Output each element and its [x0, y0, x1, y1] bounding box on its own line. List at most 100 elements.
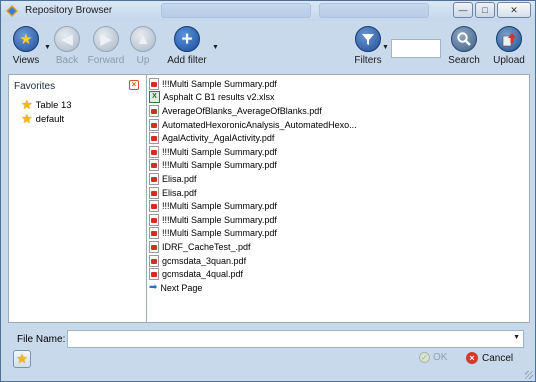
- pdf-file-icon: [149, 77, 159, 90]
- upload-button[interactable]: Upload: [491, 23, 527, 69]
- file-row[interactable]: !!!Multi Sample Summary.pdf: [149, 213, 277, 227]
- maximize-button[interactable]: □: [475, 2, 495, 18]
- forward-arrow-icon: ▶: [93, 26, 119, 52]
- up-button[interactable]: ▲ Up: [129, 23, 157, 69]
- back-button[interactable]: ◀ Back: [52, 23, 82, 69]
- file-row[interactable]: AgalActivity_AgalActivity.pdf: [149, 131, 274, 145]
- file-row[interactable]: !!!Multi Sample Summary.pdf: [149, 77, 277, 91]
- file-row[interactable]: AverageOfBlanks_AverageOfBlanks.pdf: [149, 104, 322, 118]
- filters-label: Filters: [354, 55, 382, 66]
- add-filter-plus-icon: +: [174, 26, 200, 52]
- checkmark-icon: ✓: [419, 352, 430, 363]
- pdf-file-icon: [149, 172, 159, 185]
- add-filter-button[interactable]: + Add filter: [165, 23, 209, 69]
- search-label: Search: [448, 55, 480, 66]
- close-icon: ✕: [510, 4, 518, 15]
- pdf-file-icon: [149, 145, 159, 158]
- file-name: Next Page: [160, 282, 203, 293]
- file-name: !!!Multi Sample Summary.pdf: [162, 146, 277, 157]
- repository-browser-window: Repository Browser — □ ✕ ★ Views ▼ ◀ Bac…: [0, 0, 536, 382]
- file-name-input[interactable]: ▼: [67, 330, 524, 348]
- title-bar[interactable]: Repository Browser — □ ✕: [1, 1, 535, 21]
- add-filter-dropdown-arrow-icon[interactable]: ▼: [212, 44, 219, 51]
- back-arrow-icon: ◀: [54, 26, 80, 52]
- favorite-item[interactable]: ★ Table 13: [21, 98, 72, 112]
- maximize-icon: □: [482, 5, 488, 15]
- file-name: !!!Multi Sample Summary.pdf: [162, 78, 277, 89]
- favorite-item[interactable]: ★ default: [21, 112, 64, 126]
- pdf-file-icon: [149, 118, 159, 131]
- next-arrow-icon: ➡: [149, 282, 158, 294]
- add-favorite-button[interactable]: ★: [13, 350, 31, 368]
- filter-input[interactable]: [391, 39, 441, 58]
- file-name: Elisa.pdf: [162, 173, 197, 184]
- toolbar: ★ Views ▼ ◀ Back ▶ Forward ▲ Up + Add fi…: [7, 23, 531, 69]
- minimize-button[interactable]: —: [453, 2, 473, 18]
- pdf-file-icon: [149, 227, 159, 240]
- views-icon: ★: [13, 26, 39, 52]
- file-name: AgalActivity_AgalActivity.pdf: [162, 133, 275, 144]
- file-row[interactable]: X Asphalt C B1 results v2.xlsx: [149, 91, 275, 105]
- file-row[interactable]: gcmsdata_3quan.pdf: [149, 254, 246, 268]
- upload-label: Upload: [493, 55, 525, 66]
- cancel-button[interactable]: × Cancel: [466, 352, 513, 364]
- file-row[interactable]: !!!Multi Sample Summary.pdf: [149, 159, 277, 173]
- views-label: Views: [12, 55, 40, 66]
- file-list-pane: !!!Multi Sample Summary.pdf X Asphalt C B1…: [147, 74, 530, 323]
- file-row[interactable]: IDRF_CacheTest_.pdf: [149, 240, 251, 254]
- window-title: Repository Browser: [25, 5, 113, 16]
- blurred-title-region: [161, 3, 311, 18]
- up-label: Up: [136, 55, 150, 66]
- add-filter-label: Add filter: [167, 55, 207, 66]
- favorites-header: Favorites: [14, 81, 56, 92]
- pdf-file-icon: [149, 132, 159, 145]
- file-row[interactable]: !!!Multi Sample Summary.pdf: [149, 145, 277, 159]
- ok-label: OK: [433, 352, 448, 363]
- file-row[interactable]: Elisa.pdf: [149, 172, 197, 186]
- pdf-file-icon: [149, 254, 159, 267]
- favorites-close-button[interactable]: ×: [129, 80, 139, 90]
- funnel-icon: [355, 26, 381, 52]
- pdf-file-icon: [149, 159, 159, 172]
- app-icon: [6, 5, 18, 17]
- star-icon: ★: [21, 97, 33, 112]
- file-row[interactable]: AutomatedHexoronicAnalysis_AutomatedHexo…: [149, 118, 357, 132]
- pdf-file-icon: [149, 104, 159, 117]
- forward-label: Forward: [87, 55, 125, 66]
- search-button[interactable]: Search: [447, 23, 481, 69]
- file-name: gcmsdata_4qual.pdf: [162, 269, 244, 280]
- favorite-item-label: default: [35, 113, 65, 125]
- file-row[interactable]: gcmsdata_4qual.pdf: [149, 267, 243, 281]
- pdf-file-icon: [149, 268, 159, 281]
- ok-button[interactable]: ✓ OK: [419, 352, 447, 363]
- pdf-file-icon: [149, 186, 159, 199]
- chevron-down-icon[interactable]: ▼: [513, 334, 520, 341]
- close-icon: ×: [131, 80, 137, 89]
- file-name: !!!Multi Sample Summary.pdf: [162, 160, 277, 171]
- file-row[interactable]: !!!Multi Sample Summary.pdf: [149, 199, 277, 213]
- minimize-icon: —: [458, 5, 468, 15]
- file-name: Elisa.pdf: [162, 187, 197, 198]
- file-name: AverageOfBlanks_AverageOfBlanks.pdf: [162, 105, 322, 116]
- search-icon: [451, 26, 477, 52]
- file-row[interactable]: !!!Multi Sample Summary.pdf: [149, 227, 277, 241]
- close-button[interactable]: ✕: [497, 2, 531, 18]
- file-row[interactable]: Elisa.pdf: [149, 186, 197, 200]
- file-name: Asphalt C B1 results v2.xlsx: [163, 92, 275, 103]
- pdf-file-icon: [149, 200, 159, 213]
- views-button[interactable]: ★ Views: [9, 23, 43, 69]
- next-page-link[interactable]: ➡ Next Page: [149, 281, 202, 295]
- views-dropdown-arrow-icon[interactable]: ▼: [44, 44, 51, 51]
- star-icon: ★: [21, 111, 33, 126]
- blurred-title-region: [319, 3, 429, 18]
- file-name: !!!Multi Sample Summary.pdf: [162, 228, 277, 239]
- excel-file-icon: X: [149, 91, 160, 104]
- resize-grip[interactable]: [525, 371, 533, 379]
- filters-button[interactable]: Filters: [351, 23, 385, 69]
- upload-icon: [496, 26, 522, 52]
- filters-dropdown-arrow-icon[interactable]: ▼: [382, 44, 389, 51]
- cancel-label: Cancel: [482, 352, 514, 364]
- file-name: !!!Multi Sample Summary.pdf: [162, 201, 277, 212]
- file-name-label: File Name:: [17, 334, 66, 345]
- forward-button[interactable]: ▶ Forward: [87, 23, 125, 69]
